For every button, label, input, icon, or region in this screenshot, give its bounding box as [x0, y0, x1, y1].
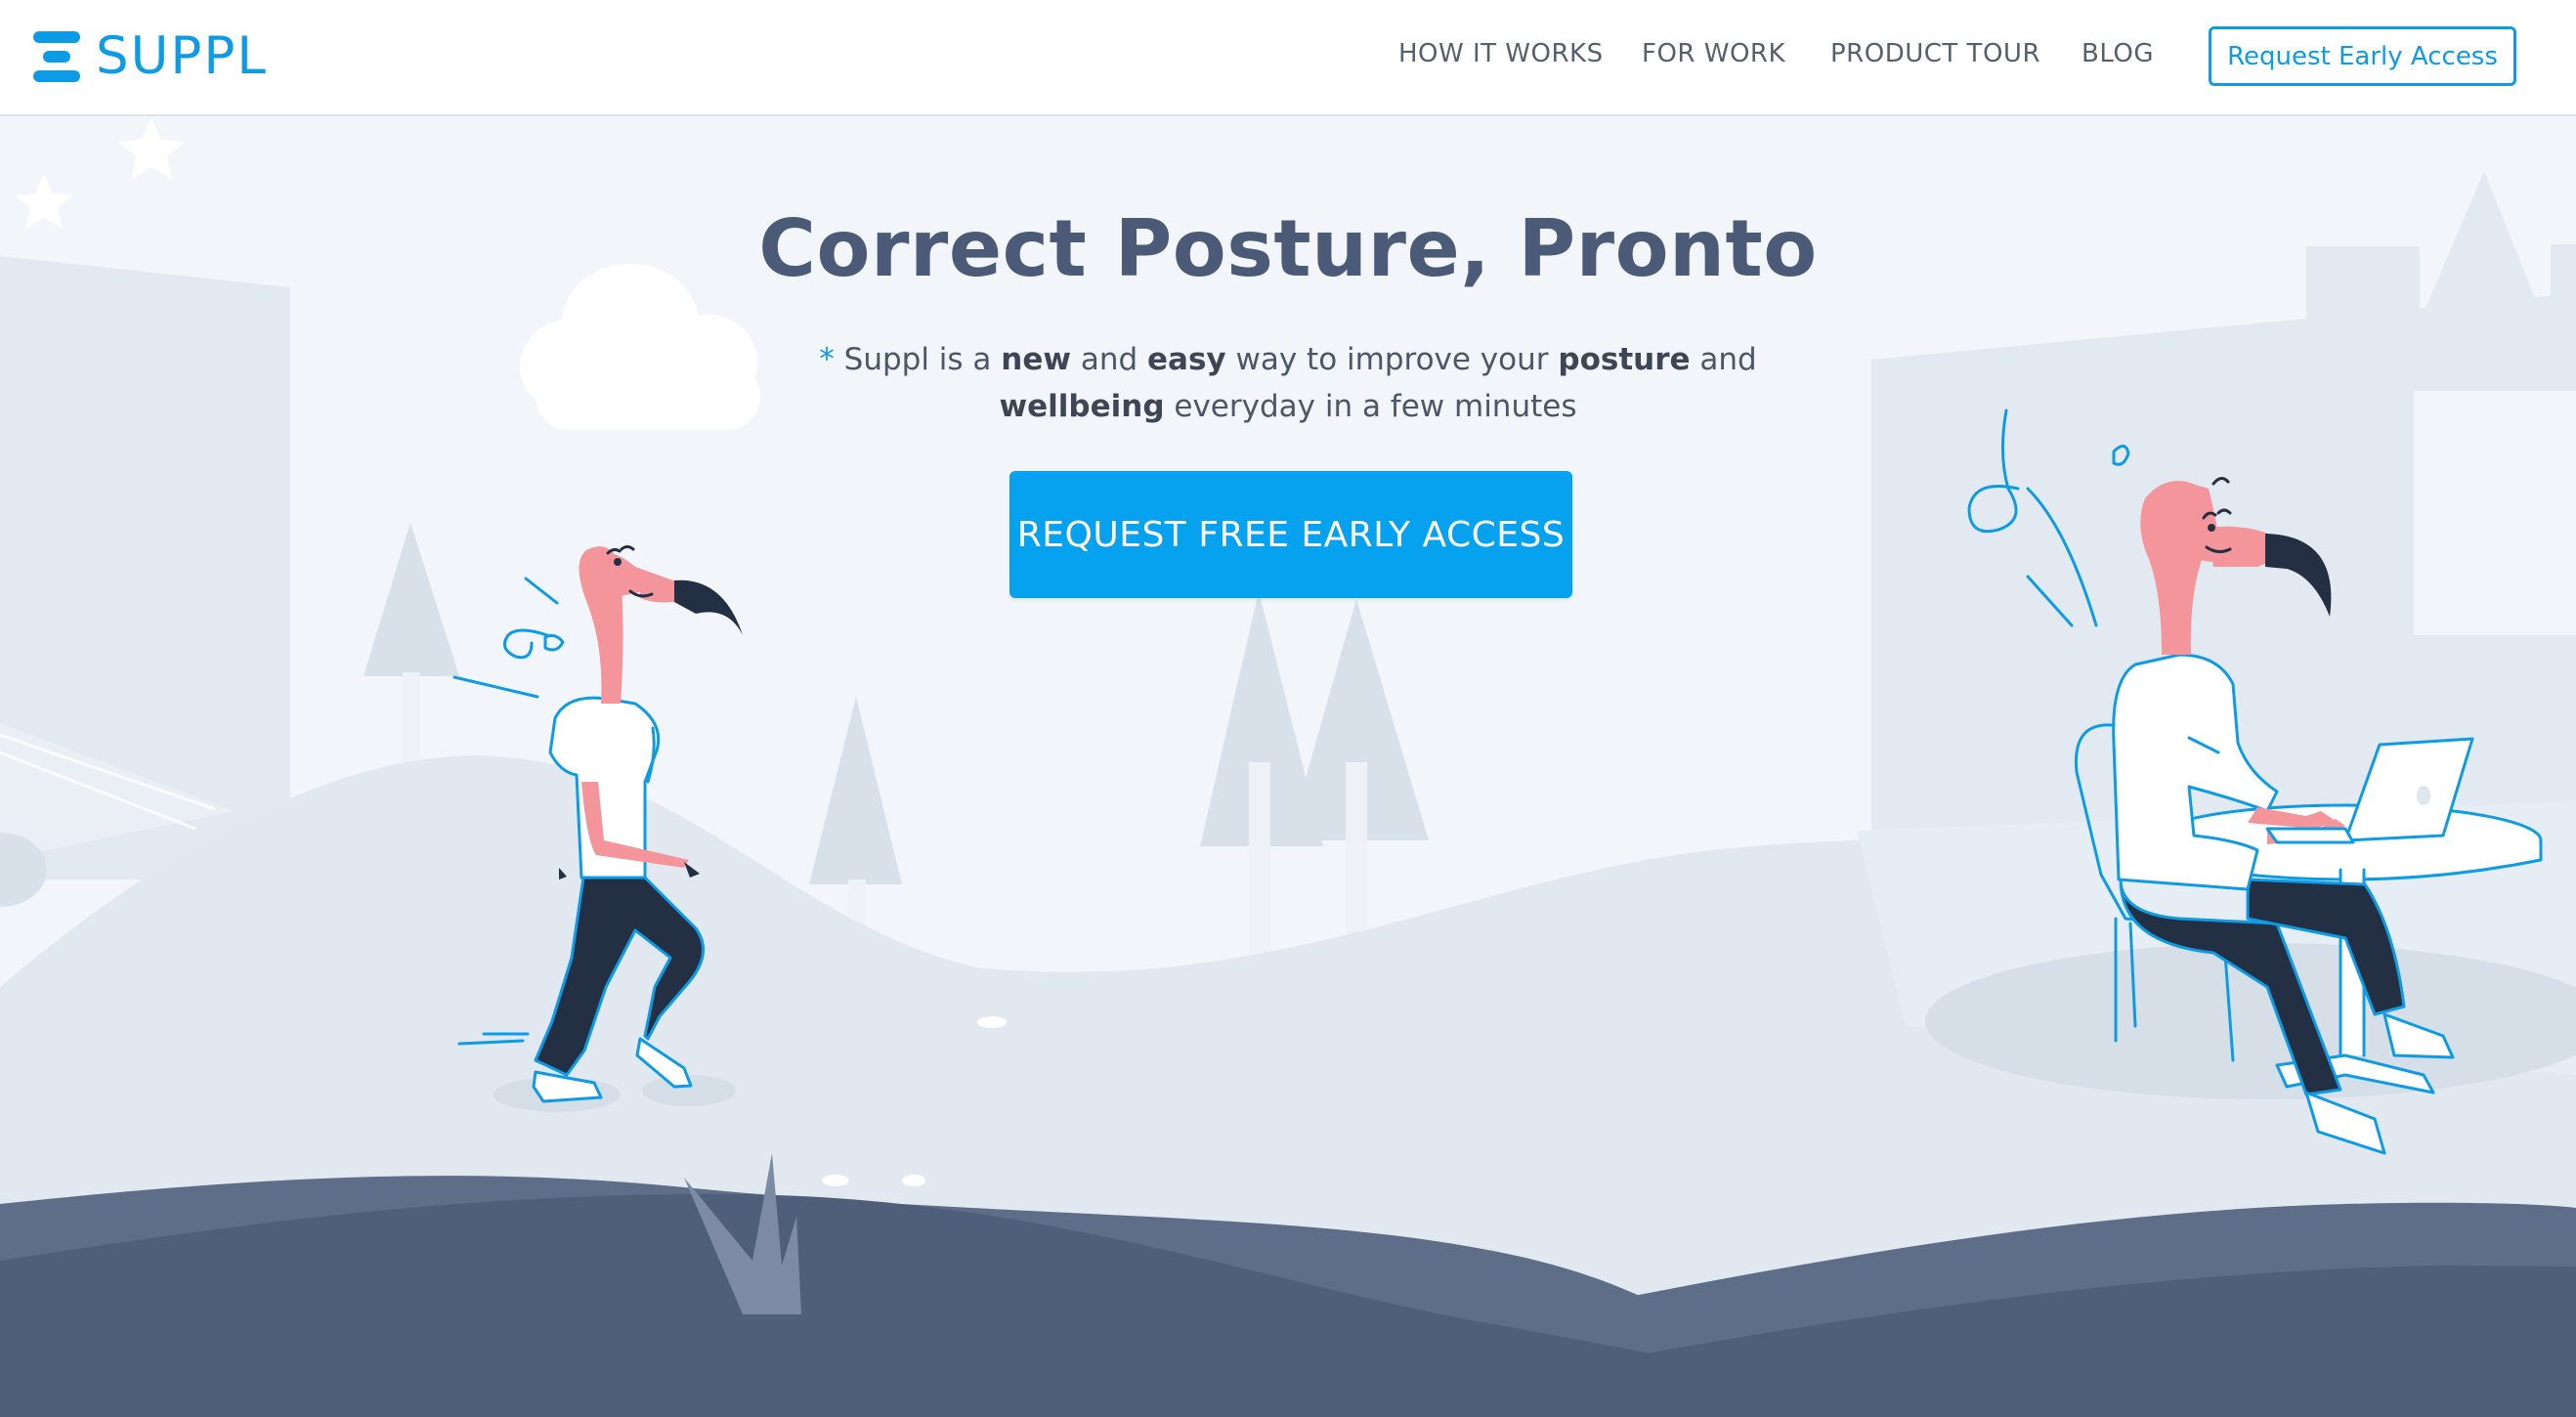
suppl-logo-icon [33, 31, 80, 82]
subtitle-text: Suppl is a [834, 342, 1002, 377]
nav-how-it-works[interactable]: HOW IT WORKS [1398, 39, 1604, 68]
nav-product-tour[interactable]: PRODUCT TOUR [1830, 39, 2040, 68]
subtitle-text: everyday in a few minutes [1164, 389, 1577, 424]
nav-for-work[interactable]: FOR WORK [1642, 39, 1785, 68]
hero-title: Correct Posture, Pronto [758, 203, 1818, 294]
request-early-access-button[interactable]: Request Early Access [2209, 26, 2516, 86]
logo-text: SUPPL [96, 26, 268, 86]
asterisk: * [819, 342, 835, 377]
logo[interactable]: SUPPL [33, 27, 268, 86]
request-free-early-access-button[interactable]: REQUEST FREE EARLY ACCESS [1009, 471, 1572, 598]
subtitle-text: way to improve your [1225, 342, 1559, 377]
top-navbar: SUPPL HOW IT WORKS FOR WORK PRODUCT TOUR… [0, 0, 2576, 116]
subtitle-bold: wellbeing [999, 389, 1165, 424]
nav-blog[interactable]: BLOG [2082, 39, 2154, 68]
hero-subtitle: * Suppl is a new and easy way to improve… [799, 336, 1777, 430]
subtitle-bold: easy [1147, 342, 1226, 377]
hero-illustration [0, 118, 2576, 1417]
subtitle-text: and [1690, 342, 1757, 377]
subtitle-bold: posture [1558, 342, 1691, 377]
subtitle-bold: new [1001, 342, 1071, 377]
subtitle-text: and [1071, 342, 1148, 377]
